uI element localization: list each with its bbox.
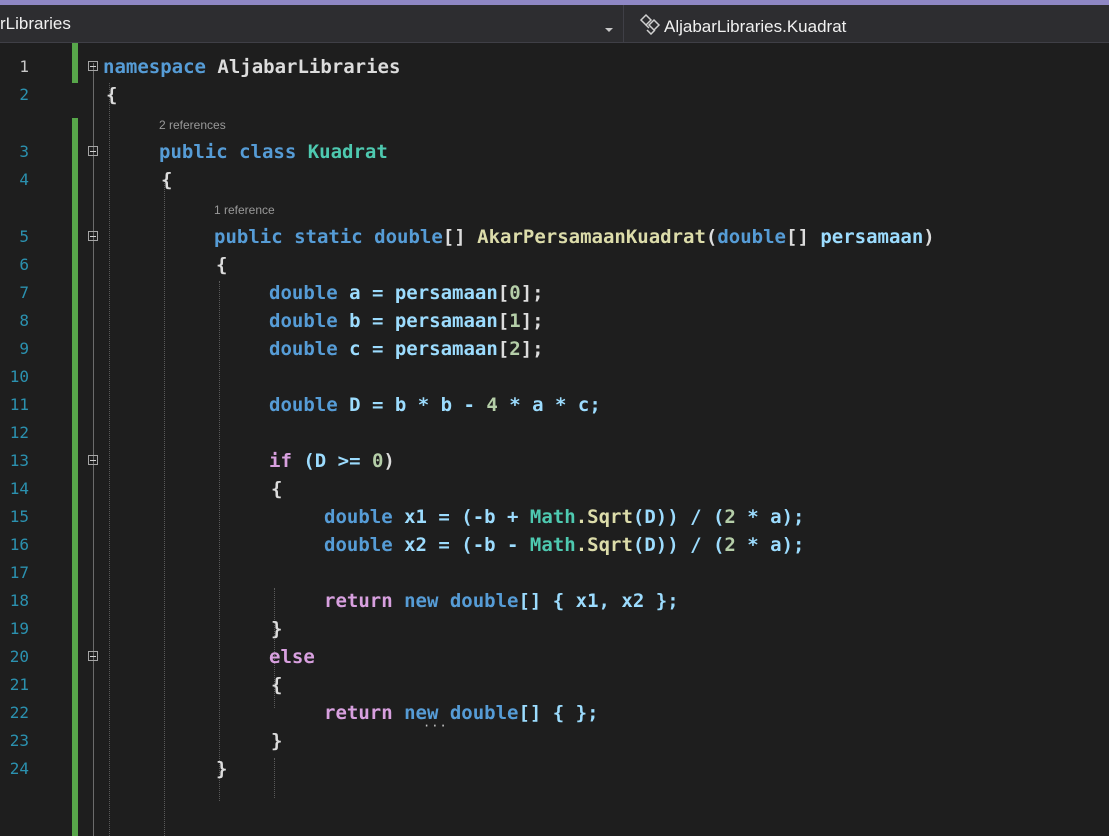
code-line: 19 } [0, 615, 1109, 643]
code-text: double D = b * b - 4 * a * c; [269, 394, 601, 416]
line-number: 13 [9, 451, 29, 470]
codelens-references[interactable]: 1 reference [214, 203, 275, 217]
code-text: { [271, 674, 283, 696]
code-line: 18 return new double[] { x1, x2 }; [0, 587, 1109, 615]
collapse-icon[interactable] [88, 61, 98, 71]
code-text: { [161, 169, 173, 191]
code-line: 13 if (D >= 0) [0, 447, 1109, 475]
line-number: 22 [9, 703, 29, 722]
line-number: 12 [9, 423, 29, 442]
project-dropdown[interactable]: rLibraries [0, 14, 71, 34]
code-text: } [271, 730, 283, 752]
code-line: 8 double b = persamaan[1]; [0, 307, 1109, 335]
line-number: 21 [9, 675, 29, 694]
code-text: else [269, 646, 315, 668]
code-text: if (D >= 0) [269, 450, 395, 472]
line-number: 23 [9, 731, 29, 750]
line-number: 4 [19, 170, 29, 189]
code-line: 16 double x2 = (-b - Math.Sqrt(D)) / (2 … [0, 531, 1109, 559]
line-number: 1 [19, 57, 29, 76]
line-number: 18 [9, 591, 29, 610]
line-number: 17 [9, 563, 29, 582]
chevron-down-icon[interactable] [604, 19, 614, 38]
code-line: 4 { [0, 166, 1109, 194]
code-text: { [271, 478, 283, 500]
code-line: 11 double D = b * b - 4 * a * c; [0, 391, 1109, 419]
code-text: { [216, 254, 228, 276]
code-text: { [106, 84, 118, 106]
codelens-references[interactable]: 2 references [159, 118, 226, 132]
line-number: 19 [9, 619, 29, 638]
code-line: 21 { [0, 671, 1109, 699]
code-line: 9 double c = persamaan[2]; [0, 335, 1109, 363]
code-line: 24 } [0, 755, 1109, 783]
line-number: 16 [9, 535, 29, 554]
line-number: 14 [9, 479, 29, 498]
code-line: 7 double a = persamaan[0]; [0, 279, 1109, 307]
code-line: 15 double x1 = (-b + Math.Sqrt(D)) / (2 … [0, 503, 1109, 531]
line-number: 6 [19, 255, 29, 274]
line-number: 2 [19, 85, 29, 104]
code-text: public class Kuadrat [159, 141, 388, 163]
code-text: double x1 = (-b + Math.Sqrt(D)) / (2 * a… [324, 506, 805, 528]
code-text: double x2 = (-b - Math.Sqrt(D)) / (2 * a… [324, 534, 805, 556]
code-text: double a = persamaan[0]; [269, 282, 544, 304]
code-text: namespace AljabarLibraries [103, 56, 401, 78]
code-line: 17 [0, 559, 1109, 587]
line-number: 24 [9, 759, 29, 778]
line-number: 8 [19, 311, 29, 330]
collapse-icon[interactable] [88, 146, 98, 156]
collapse-icon[interactable] [88, 231, 98, 241]
code-line: 22 return new double[] { }; ··· [0, 699, 1109, 733]
code-line: 20 else [0, 643, 1109, 671]
collapse-icon[interactable] [88, 455, 98, 465]
line-number: 5 [19, 227, 29, 246]
code-line: 12 [0, 419, 1109, 447]
code-line: 1 namespace AljabarLibraries [0, 53, 1109, 81]
line-number: 20 [9, 647, 29, 666]
navigation-bar: rLibraries AljabarLibraries.Kuadrat [0, 5, 1109, 43]
code-line: 5 public static double[] AkarPersamaanKu… [0, 223, 1109, 251]
code-line: 14 { [0, 475, 1109, 503]
code-text: } [216, 758, 228, 780]
type-dropdown-label: AljabarLibraries.Kuadrat [664, 16, 847, 36]
class-icon [638, 13, 664, 40]
collapse-icon[interactable] [88, 651, 98, 661]
code-line: 3 public class Kuadrat [0, 138, 1109, 166]
line-number: 11 [9, 395, 29, 414]
code-text: double b = persamaan[1]; [269, 310, 544, 332]
code-line: 10 [0, 363, 1109, 391]
code-text: double c = persamaan[2]; [269, 338, 544, 360]
code-text: return new double[] { x1, x2 }; [324, 590, 679, 612]
code-line: 23 } [0, 727, 1109, 755]
code-editor[interactable]: 1 namespace AljabarLibraries 2 { 2 refer… [0, 43, 1109, 836]
line-number: 10 [9, 367, 29, 386]
code-line: 2 { [0, 81, 1109, 109]
navbar-divider [623, 5, 624, 43]
line-number: 15 [9, 507, 29, 526]
line-number: 3 [19, 142, 29, 161]
code-text: public static double[] AkarPersamaanKuad… [214, 226, 935, 248]
line-number: 7 [19, 283, 29, 302]
code-text: return new double[] { }; [324, 702, 599, 724]
type-dropdown[interactable]: AljabarLibraries.Kuadrat [638, 13, 846, 40]
line-number: 9 [19, 339, 29, 358]
code-line: 6 { [0, 251, 1109, 279]
code-text: } [271, 618, 283, 640]
